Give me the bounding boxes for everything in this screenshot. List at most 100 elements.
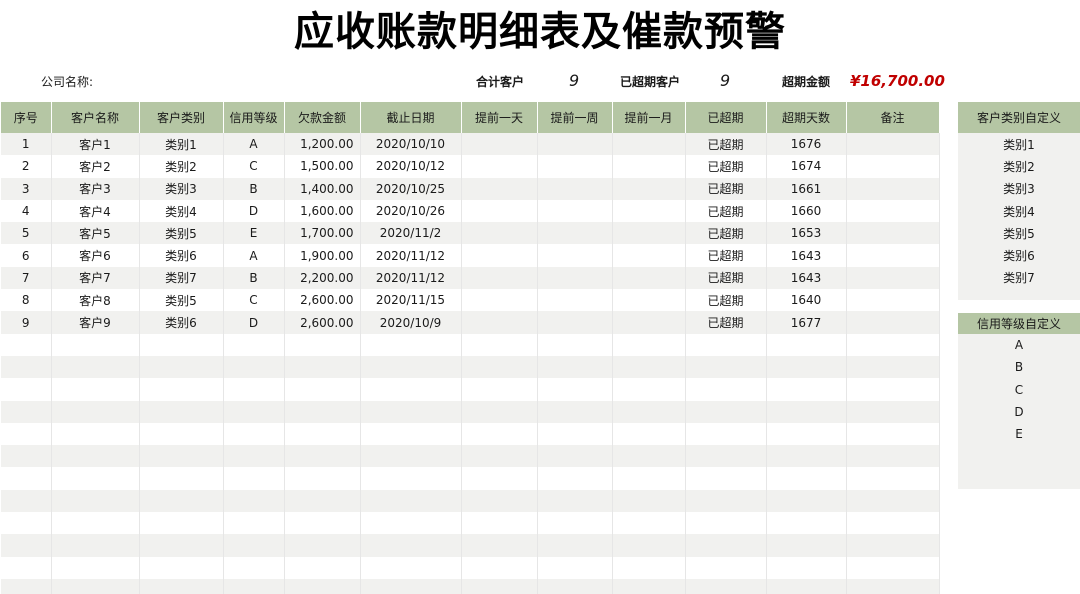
cell-due-date[interactable] [360,489,462,513]
cell-due-date[interactable] [360,400,462,423]
cell-overdue[interactable]: 已超期 [685,311,767,334]
cell-one-day-ahead[interactable] [461,222,538,245]
cell-one-week-ahead[interactable] [537,311,613,334]
cell-customer-name[interactable] [51,333,140,356]
cell-customer-category[interactable] [139,512,224,535]
cell-credit-level[interactable]: B [223,177,285,200]
cell-one-month-ahead[interactable] [612,489,686,513]
cell-overdue[interactable]: 已超期 [685,155,767,178]
cell-due-date[interactable] [360,378,462,401]
cell-customer-category[interactable]: 类别7 [139,266,224,290]
cell-remarks[interactable] [846,378,940,401]
cell-index[interactable]: 1 [1,133,52,156]
cell-one-week-ahead[interactable] [537,244,613,267]
cell-index[interactable] [1,422,52,446]
cell-one-day-ahead[interactable] [461,177,538,200]
cell-one-week-ahead[interactable] [537,333,613,356]
cell-amount[interactable] [284,355,361,379]
cell-one-day-ahead[interactable] [461,333,538,356]
cell-one-day-ahead[interactable] [461,289,538,312]
cell-overdue-days[interactable] [766,556,847,579]
cell-remarks[interactable] [846,578,940,594]
cell-amount[interactable] [284,445,361,468]
cell-one-week-ahead[interactable] [537,512,613,535]
cell-one-day-ahead[interactable] [461,311,538,334]
cell-overdue-days[interactable] [766,534,847,557]
cell-remarks[interactable] [846,355,940,379]
cell-due-date[interactable]: 2020/11/15 [360,289,462,312]
empty-cell[interactable] [958,289,1080,301]
cell-amount[interactable]: 2,600.00 [284,289,361,312]
cell-due-date[interactable] [360,467,462,490]
cell-remarks[interactable] [846,422,940,446]
header-one-day-ahead[interactable]: 提前一天 [461,102,538,133]
cell-overdue-days[interactable] [766,422,847,446]
cell-overdue[interactable]: 已超期 [685,222,767,245]
cell-customer-name[interactable]: 客户1 [51,133,140,156]
cell-index[interactable]: 9 [1,311,52,334]
header-due-date[interactable]: 截止日期 [360,102,462,133]
cell-one-week-ahead[interactable] [537,155,613,178]
cell-one-day-ahead[interactable] [461,378,538,401]
category-item[interactable]: 类别6 [958,244,1080,267]
cell-due-date[interactable]: 2020/10/10 [360,133,462,156]
cell-overdue[interactable]: 已超期 [685,289,767,312]
cell-due-date[interactable] [360,422,462,446]
cell-remarks[interactable] [846,489,940,513]
cell-one-day-ahead[interactable] [461,512,538,535]
cell-index[interactable] [1,467,52,490]
cell-remarks[interactable] [846,133,940,156]
cell-due-date[interactable] [360,355,462,379]
credit-level-item[interactable]: B [958,356,1080,379]
cell-one-day-ahead[interactable] [461,155,538,178]
cell-customer-category[interactable]: 类别6 [139,244,224,267]
cell-one-month-ahead[interactable] [612,155,686,178]
cell-one-month-ahead[interactable] [612,534,686,557]
credit-level-item[interactable]: C [958,378,1080,401]
cell-credit-level[interactable]: D [223,311,285,334]
cell-customer-name[interactable]: 客户2 [51,155,140,178]
cell-index[interactable]: 5 [1,222,52,245]
cell-credit-level[interactable] [223,534,285,557]
cell-one-month-ahead[interactable] [612,355,686,379]
cell-overdue[interactable] [685,355,767,379]
header-customer-name[interactable]: 客户名称 [51,102,140,133]
header-credit-level[interactable]: 信用等级 [223,102,285,133]
cell-overdue-days[interactable]: 1640 [766,289,847,312]
cell-overdue[interactable] [685,378,767,401]
cell-amount[interactable] [284,333,361,356]
cell-customer-name[interactable] [51,445,140,468]
cell-index[interactable]: 8 [1,289,52,312]
cell-one-week-ahead[interactable] [537,289,613,312]
cell-customer-name[interactable]: 客户6 [51,244,140,267]
cell-overdue-days[interactable] [766,445,847,468]
cell-due-date[interactable] [360,534,462,557]
cell-one-week-ahead[interactable] [537,378,613,401]
cell-customer-category[interactable]: 类别5 [139,289,224,312]
cell-remarks[interactable] [846,244,940,267]
cell-index[interactable] [1,578,52,594]
cell-due-date[interactable]: 2020/10/25 [360,177,462,200]
cell-one-month-ahead[interactable] [612,400,686,423]
cell-due-date[interactable] [360,578,462,594]
cell-customer-name[interactable] [51,355,140,379]
category-item[interactable]: 类别4 [958,199,1080,223]
cell-customer-name[interactable] [51,422,140,446]
cell-one-week-ahead[interactable] [537,467,613,490]
cell-one-day-ahead[interactable] [461,400,538,423]
cell-amount[interactable]: 1,600.00 [284,199,361,223]
cell-customer-category[interactable] [139,578,224,594]
cell-customer-name[interactable]: 客户4 [51,199,140,223]
header-amount[interactable]: 欠款金额 [284,102,361,133]
cell-customer-category[interactable] [139,378,224,401]
cell-customer-name[interactable] [51,512,140,535]
cell-due-date[interactable] [360,445,462,468]
cell-due-date[interactable] [360,333,462,356]
cell-remarks[interactable] [846,556,940,579]
cell-credit-level[interactable]: E [223,222,285,245]
cell-index[interactable]: 7 [1,266,52,290]
cell-overdue-days[interactable]: 1674 [766,155,847,178]
cell-credit-level[interactable] [223,400,285,423]
cell-one-month-ahead[interactable] [612,177,686,200]
cell-one-day-ahead[interactable] [461,133,538,156]
